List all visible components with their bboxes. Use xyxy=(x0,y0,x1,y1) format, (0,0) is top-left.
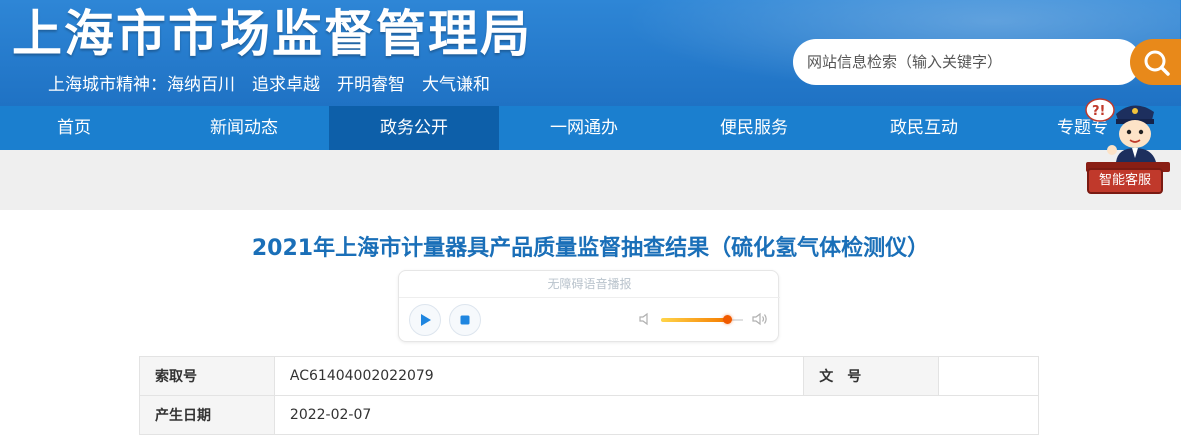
document-number-value xyxy=(938,356,1039,396)
search-icon xyxy=(1144,50,1170,76)
main-nav: 首页 新闻动态 政务公开 一网通办 便民服务 政民互动 专题专 xyxy=(0,106,1181,150)
site-motto: 上海城市精神：海纳百川 追求卓越 开明睿智 大气谦和 xyxy=(48,75,490,95)
document-info-table: 索取号 AC61404002022079 文 号 产生日期 2022-02-07 xyxy=(139,356,1040,435)
index-number-value: AC61404002022079 xyxy=(273,356,805,396)
volume-level xyxy=(661,318,727,322)
nav-government-affairs[interactable]: 政务公开 xyxy=(329,106,499,150)
volume-low-icon[interactable] xyxy=(637,311,653,327)
nav-news[interactable]: 新闻动态 xyxy=(160,106,328,150)
table-row: 索取号 AC61404002022079 文 号 xyxy=(139,356,1039,396)
nav-home[interactable]: 首页 xyxy=(0,106,148,150)
volume-slider-handle[interactable] xyxy=(723,315,732,324)
date-value: 2022-02-07 xyxy=(273,395,1040,435)
article-title: 2021年上海市计量器具产品质量监督抽查结果（硫化氢气体检测仪） xyxy=(251,236,930,261)
site-header: 上海市市场监督管理局 上海城市精神：海纳百川 追求卓越 开明睿智 大气谦和 xyxy=(0,0,1181,106)
play-icon xyxy=(421,314,431,326)
assistant-label[interactable]: 智能客服 xyxy=(1087,168,1163,194)
play-button[interactable] xyxy=(409,304,441,336)
search-input[interactable] xyxy=(807,50,1117,74)
nav-public-service[interactable]: 便民服务 xyxy=(669,106,839,150)
table-row: 产生日期 2022-02-07 xyxy=(139,395,1040,435)
nav-one-stop-service[interactable]: 一网通办 xyxy=(499,106,669,150)
date-label: 产生日期 xyxy=(139,395,275,435)
stop-button[interactable] xyxy=(449,304,481,336)
document-number-label: 文 号 xyxy=(803,356,940,396)
nav-interaction[interactable]: 政民互动 xyxy=(839,106,1009,150)
player-divider xyxy=(399,297,780,298)
audio-player: 无障碍语音播报 xyxy=(398,270,780,342)
stop-icon xyxy=(460,315,470,325)
index-number-label: 索取号 xyxy=(139,356,275,396)
svg-text:?!: ?! xyxy=(1092,104,1105,119)
search-box xyxy=(793,39,1141,85)
breadcrumb-band xyxy=(0,150,1181,210)
player-label: 无障碍语音播报 xyxy=(547,277,632,291)
site-title[interactable]: 上海市市场监督管理局 xyxy=(12,4,532,64)
search-button[interactable] xyxy=(1130,39,1181,85)
volume-high-icon[interactable] xyxy=(751,311,769,327)
